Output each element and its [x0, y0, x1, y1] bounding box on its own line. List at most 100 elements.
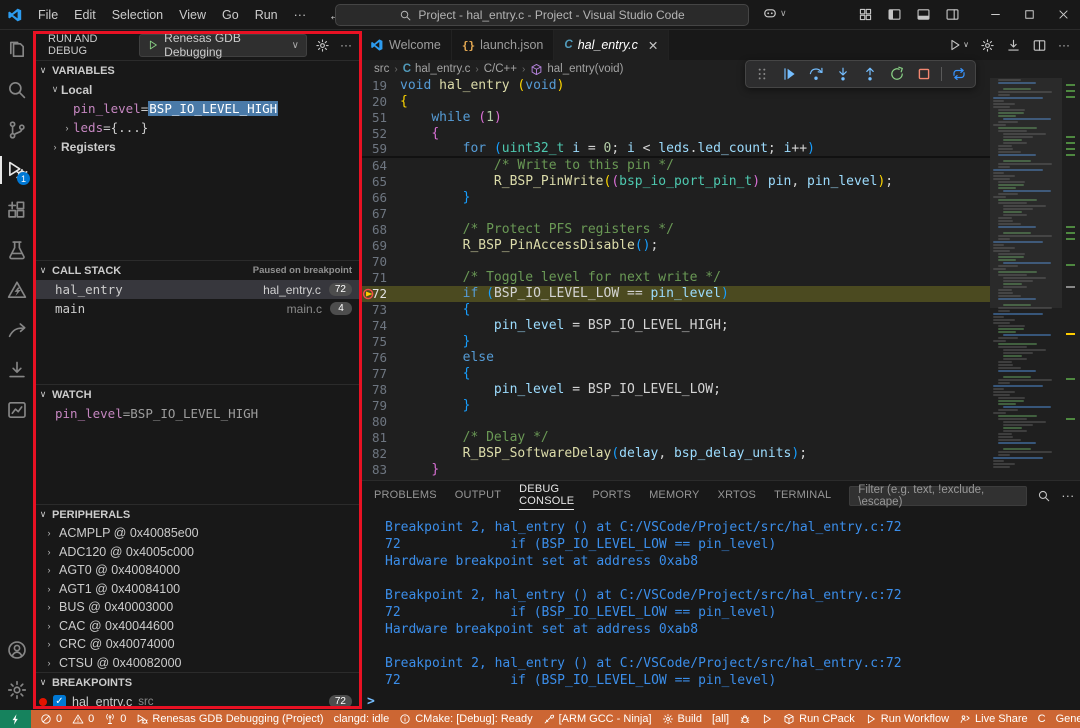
code-line-69[interactable]: 69 R_BSP_PinAccessDisable();: [360, 238, 990, 254]
code-line-80[interactable]: 80: [360, 414, 990, 430]
code-line-76[interactable]: 76 else: [360, 350, 990, 366]
code-line-51[interactable]: 51 while (1): [360, 110, 990, 126]
menu-go[interactable]: Go: [214, 8, 247, 22]
code-line-81[interactable]: 81 /* Delay */: [360, 430, 990, 446]
breadcrumb-item[interactable]: Chal_entry.c: [403, 63, 471, 75]
minimap[interactable]: [990, 78, 1062, 480]
code-line-79[interactable]: 79 }: [360, 398, 990, 414]
variables-section-header[interactable]: ∨VARIABLES: [33, 61, 360, 80]
window-search-box[interactable]: Project - hal_entry.c - Project - Visual…: [335, 4, 749, 26]
status-arm-gcc-ninja[interactable]: [ARM GCC - Ninja]: [538, 710, 657, 728]
more-actions-icon[interactable]: ···: [1058, 38, 1070, 52]
code-line-73[interactable]: 73 {: [360, 302, 990, 318]
menu-view[interactable]: View: [171, 8, 214, 22]
split-editor-icon[interactable]: [1032, 38, 1047, 53]
status-0[interactable]: 0: [99, 710, 131, 728]
layout-sidebar-right-icon[interactable]: [945, 7, 960, 22]
panel-tab-problems[interactable]: PROBLEMS: [374, 481, 437, 510]
tab-hal_entry-c[interactable]: Chal_entry.c✕: [554, 30, 669, 60]
panel-tab-debug-console[interactable]: DEBUG CONSOLE: [519, 481, 574, 510]
peripheral-row-cac[interactable]: ›CAC @ 0x40044600: [33, 617, 360, 636]
code-editor[interactable]: 19void hal_entry (void)20{51 while (1)52…: [360, 78, 990, 480]
gear-icon[interactable]: [315, 38, 330, 53]
status-generic[interactable]: Generic: [1051, 710, 1080, 728]
breakpoint-checkbox[interactable]: ✓: [53, 695, 66, 708]
close-icon[interactable]: ✕: [648, 38, 658, 53]
code-line-64[interactable]: 64 /* Write to this pin */: [360, 158, 990, 174]
variables-scope-local[interactable]: ∨Local: [33, 80, 360, 99]
layout-panel-icon[interactable]: [916, 7, 931, 22]
code-line-68[interactable]: 68 /* Protect PFS registers */: [360, 222, 990, 238]
peripheral-row-adc120[interactable]: ›ADC120 @ 0x4005c000: [33, 543, 360, 562]
gear-icon[interactable]: [980, 38, 995, 53]
call-stack-section-header[interactable]: ∨CALL STACK Paused on breakpoint: [33, 261, 360, 280]
peripheral-row-acmplp[interactable]: ›ACMPLP @ 0x40085e00: [33, 524, 360, 543]
activity-flask-bolt-button[interactable]: [0, 270, 33, 310]
variables-scope-registers[interactable]: ›Registers: [33, 137, 360, 156]
status-c[interactable]: C: [1033, 710, 1051, 728]
remote-indicator[interactable]: [0, 710, 31, 728]
activity-source-control-button[interactable]: [0, 110, 33, 150]
menu-file[interactable]: File: [30, 8, 66, 22]
activity-account-button[interactable]: [0, 630, 33, 670]
status-bug[interactable]: [734, 710, 756, 728]
minimap-slider[interactable]: [990, 78, 1062, 308]
activity-graph-button[interactable]: [0, 390, 33, 430]
status-clangd-idle[interactable]: clangd: idle: [329, 710, 395, 728]
restart-button[interactable]: [884, 63, 910, 85]
code-line-52[interactable]: 52 {: [360, 126, 990, 142]
callstack-frame-hal_entry[interactable]: hal_entryhal_entry.c72: [33, 280, 360, 299]
loop-button[interactable]: [946, 63, 972, 85]
copilot-button[interactable]: ∨: [762, 5, 787, 21]
maximize-button[interactable]: [1012, 0, 1046, 29]
continue-button[interactable]: [776, 63, 802, 85]
status-play[interactable]: [756, 710, 778, 728]
code-line-72[interactable]: 72 if (BSP_IO_LEVEL_LOW == pin_level): [360, 286, 990, 302]
code-line-20[interactable]: 20{: [360, 94, 990, 110]
code-line-66[interactable]: 66 }: [360, 190, 990, 206]
debug-console-input[interactable]: >: [360, 693, 1080, 710]
launch-config-dropdown[interactable]: Renesas GDB Debugging ∨: [139, 34, 307, 57]
watch-section-header[interactable]: ∨WATCH: [33, 385, 360, 404]
activity-gear-button[interactable]: [0, 670, 33, 710]
status-live-share[interactable]: Live Share: [954, 710, 1033, 728]
code-line-65[interactable]: 65 R_BSP_PinWrite((bsp_io_port_pin_t) pi…: [360, 174, 990, 190]
activity-extensions-button[interactable]: [0, 190, 33, 230]
step-over-button[interactable]: [803, 63, 829, 85]
tab-launch-json[interactable]: {}launch.json: [452, 30, 555, 60]
code-line-71[interactable]: 71 /* Toggle level for next write */: [360, 270, 990, 286]
peripheral-row-bus[interactable]: ›BUS @ 0x40003000: [33, 598, 360, 617]
minimize-button[interactable]: [978, 0, 1012, 29]
peripheral-row-crc[interactable]: ›CRC @ 0x40074000: [33, 635, 360, 654]
peripheral-row-agt1[interactable]: ›AGT1 @ 0x40084100: [33, 580, 360, 599]
code-line-70[interactable]: 70: [360, 254, 990, 270]
activity-debug-button[interactable]: 1: [0, 150, 33, 190]
code-line-78[interactable]: 78 pin_level = BSP_IO_LEVEL_LOW;: [360, 382, 990, 398]
run-or-debug-button[interactable]: ∨: [948, 38, 969, 52]
peripheral-row-ctsu[interactable]: ›CTSU @ 0x40082000: [33, 654, 360, 673]
step-out-button[interactable]: [857, 63, 883, 85]
activity-search-button[interactable]: [0, 70, 33, 110]
status-0[interactable]: 0: [67, 710, 99, 728]
status-cmake-debug-ready[interactable]: CMake: [Debug]: Ready: [394, 710, 537, 728]
debug-console-output[interactable]: Breakpoint 2, hal_entry () at C:/VSCode/…: [360, 510, 1080, 693]
panel-tab-output[interactable]: OUTPUT: [455, 481, 501, 510]
watch-row-pin_level[interactable]: pin_level = BSP_IO_LEVEL_HIGH: [33, 404, 360, 423]
close-button[interactable]: [1046, 0, 1080, 29]
menu-edit[interactable]: Edit: [66, 8, 104, 22]
menu-run[interactable]: Run: [247, 8, 286, 22]
status-all[interactable]: [all]: [707, 710, 734, 728]
panel-tab-terminal[interactable]: TERMINAL: [774, 481, 831, 510]
code-line-59[interactable]: 59 for (uint32_t i = 0; i < leds.led_cou…: [360, 142, 990, 158]
menu-selection[interactable]: Selection: [104, 8, 171, 22]
peripherals-section-header[interactable]: ∨PERIPHERALS: [33, 505, 360, 524]
search-icon[interactable]: [1037, 489, 1051, 503]
code-line-67[interactable]: 67: [360, 206, 990, 222]
panel-tab-xrtos[interactable]: XRTOS: [718, 481, 757, 510]
stop-button[interactable]: [911, 63, 937, 85]
status-run-cpack[interactable]: Run CPack: [778, 710, 860, 728]
code-line-74[interactable]: 74 pin_level = BSP_IO_LEVEL_HIGH;: [360, 318, 990, 334]
variable-row-pin_level[interactable]: pin_level = BSP_IO_LEVEL_HIGH: [33, 99, 360, 118]
breadcrumb-item[interactable]: src: [374, 63, 389, 75]
breakpoint-row-hal_entry.c[interactable]: ✓hal_entry.csrc72: [33, 692, 360, 710]
